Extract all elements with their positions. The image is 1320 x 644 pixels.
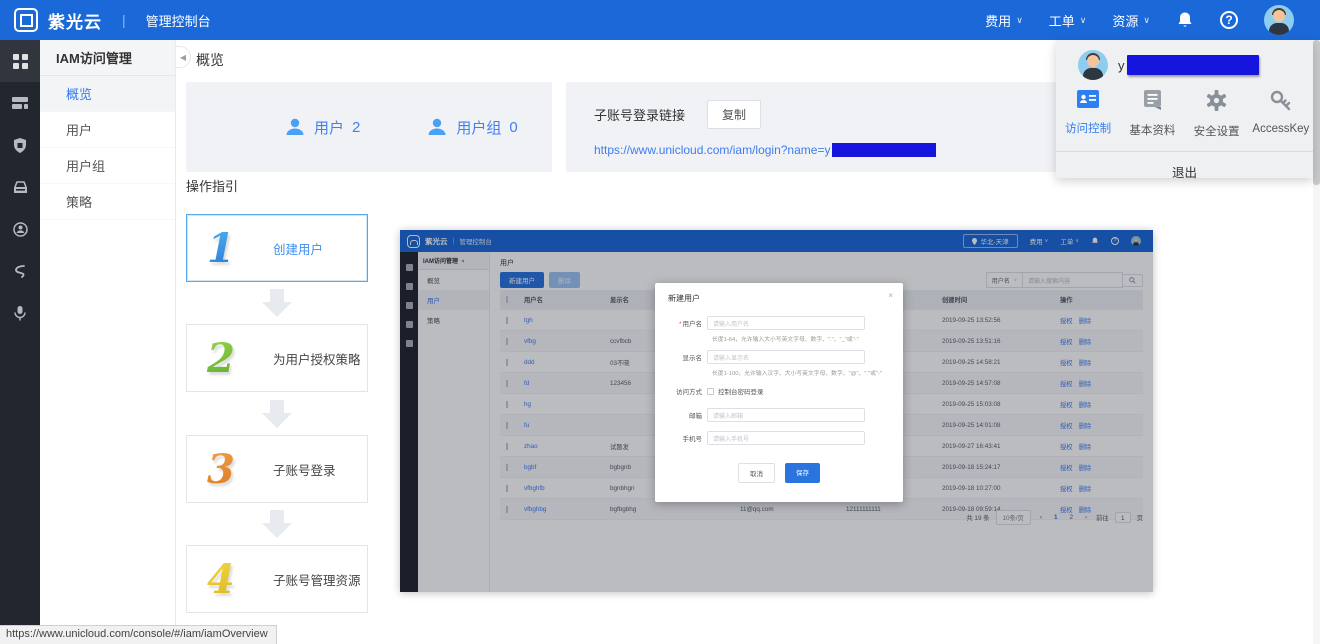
step-label: 为用户授权策略 xyxy=(273,349,361,368)
guide-step-1[interactable]: 1 创建用户 xyxy=(186,214,368,282)
logout-button[interactable]: 退出 xyxy=(1056,152,1313,181)
rail-security-shield-icon[interactable] xyxy=(0,124,40,166)
user-group-icon xyxy=(426,116,448,138)
sidebar-item-users[interactable]: 用户 xyxy=(40,112,175,148)
user-avatar[interactable] xyxy=(1264,5,1294,35)
arrow-down-icon xyxy=(262,400,292,430)
user-dropdown-panel: y 访问控制 基本资料 安全设置 AccessKey 退出 xyxy=(1056,40,1313,178)
stat-user-groups-label: 用户组 xyxy=(456,117,501,138)
mini-close-icon: × xyxy=(888,291,893,300)
stats-card: 用户 2 用户组 0 xyxy=(186,82,552,172)
panel-avatar xyxy=(1078,50,1108,80)
stat-user-groups[interactable]: 用户组 0 xyxy=(426,116,517,138)
rail-service-icon[interactable] xyxy=(0,250,40,292)
rail-network-globe-icon[interactable] xyxy=(0,208,40,250)
key-icon xyxy=(1270,90,1292,111)
step-label: 子账号管理资源 xyxy=(273,570,361,589)
stat-users[interactable]: 用户 2 xyxy=(284,116,360,138)
brand-area[interactable]: 紫光云 | 管理控制台 xyxy=(0,8,211,33)
page-scrollbar[interactable] xyxy=(1313,40,1320,644)
user-icon xyxy=(284,116,306,138)
notification-bell-icon[interactable] xyxy=(1176,11,1194,29)
panel-tab-access-control[interactable]: 访问控制 xyxy=(1056,90,1120,139)
sidebar-item-overview[interactable]: 概览 xyxy=(40,76,175,112)
stat-users-value: 2 xyxy=(352,119,360,136)
chevron-down-icon: ∨ xyxy=(1016,15,1023,26)
redaction-box xyxy=(832,143,936,157)
top-navbar: 紫光云 | 管理控制台 费用 ∨ 工单 ∨ 资源 ∨ ? xyxy=(0,0,1320,40)
mini-cancel-button: 取消 xyxy=(738,463,775,483)
document-icon xyxy=(1143,90,1162,110)
redaction-box xyxy=(1127,55,1259,75)
mini-access-checkbox xyxy=(707,388,714,395)
rail-storage-icon[interactable] xyxy=(0,166,40,208)
chevron-down-icon: ∨ xyxy=(1080,15,1087,26)
mini-save-button: 保存 xyxy=(785,463,820,483)
panel-tab-security-settings[interactable]: 安全设置 xyxy=(1185,90,1249,139)
arrow-down-icon xyxy=(262,289,292,319)
stat-users-label: 用户 xyxy=(314,117,344,138)
step-number: 1 xyxy=(207,225,245,272)
guide-title: 操作指引 xyxy=(186,176,238,195)
panel-username: y xyxy=(1118,55,1259,75)
help-icon[interactable]: ? xyxy=(1220,11,1238,29)
stat-user-groups-value: 0 xyxy=(509,119,517,136)
brand-name: 紫光云 xyxy=(48,8,102,33)
rail-dashboard-icon[interactable] xyxy=(0,40,40,82)
sidebar-menu: IAM访问管理 概览 用户 用户组 策略 xyxy=(40,40,176,644)
chevron-down-icon: ∨ xyxy=(1143,15,1150,26)
unicloud-logo-icon xyxy=(14,8,38,32)
panel-tab-accesskey[interactable]: AccessKey xyxy=(1249,90,1313,139)
step-number: 2 xyxy=(207,335,245,382)
guide-screenshot: 紫光云 | 管理控制台 华北-天津 费用∨ 工单∨ ? IAM访问管理◀ 概览 … xyxy=(400,230,1153,592)
id-card-icon xyxy=(1077,90,1099,108)
mini-create-user-modal: 新建用户 × *用户名 请输入用户名 长度1-64，允许输入大小写英文字母、数字… xyxy=(655,283,903,502)
menu-resources[interactable]: 资源 ∨ xyxy=(1112,11,1150,30)
console-label: 管理控制台 xyxy=(146,11,211,30)
guide-step-4[interactable]: 4 子账号管理资源 xyxy=(186,545,368,613)
menu-billing[interactable]: 费用 ∨ xyxy=(985,11,1023,30)
guide-step-2[interactable]: 2 为用户授权策略 xyxy=(186,324,368,392)
rail-voice-mic-icon[interactable] xyxy=(0,292,40,334)
sidebar-title: IAM访问管理 xyxy=(40,40,175,76)
sidebar-item-user-groups[interactable]: 用户组 xyxy=(40,148,175,184)
menu-workorder[interactable]: 工单 ∨ xyxy=(1049,11,1087,30)
page-title: 概览 xyxy=(196,50,224,70)
nav-divider: | xyxy=(122,12,126,28)
step-number: 4 xyxy=(207,556,245,603)
icon-rail xyxy=(0,40,40,644)
gear-icon xyxy=(1206,90,1227,111)
copy-button[interactable]: 复制 xyxy=(707,100,761,129)
status-bar-url: https://www.unicloud.com/console/#/iam/i… xyxy=(0,625,277,644)
sidebar-item-policies[interactable]: 策略 xyxy=(40,184,175,220)
rail-server-icon[interactable] xyxy=(0,82,40,124)
sidebar-collapse-icon[interactable]: ◀ xyxy=(176,46,191,68)
step-label: 创建用户 xyxy=(273,239,323,258)
guide-step-3[interactable]: 3 子账号登录 xyxy=(186,435,368,503)
step-label: 子账号登录 xyxy=(273,460,336,479)
login-link-title: 子账号登录链接 xyxy=(594,105,685,124)
step-number: 3 xyxy=(207,446,245,493)
arrow-down-icon xyxy=(262,510,292,540)
scrollbar-thumb[interactable] xyxy=(1313,40,1320,185)
panel-tab-basic-info[interactable]: 基本资料 xyxy=(1120,90,1184,139)
